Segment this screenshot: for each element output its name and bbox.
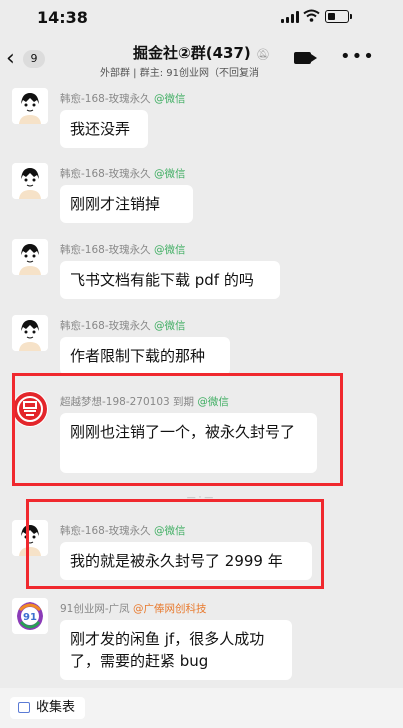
collect-form-label: 收集表 xyxy=(36,700,76,715)
battery-icon xyxy=(325,10,352,23)
avatar[interactable] xyxy=(12,315,48,351)
cellular-signal-icon xyxy=(281,11,299,23)
chat-subtitle: 外部群 | 群主: 91创业网（不回复消 xyxy=(100,68,259,79)
status-time: 14:38 xyxy=(37,8,88,27)
status-bar: 14:38 xyxy=(0,0,403,38)
avatar-logo-text: 91 xyxy=(23,612,37,623)
chat-header: ‹ 9 掘金社②群(437) 🔕︎ 外部群 | 群主: 91创业网（不回复消 •… xyxy=(0,38,403,84)
chat-title-text: 掘金社②群(437) xyxy=(133,44,251,62)
message-sender: 韩愈-168-玫瑰永久 @微信 xyxy=(60,244,186,256)
collect-form-button[interactable]: 收集表 xyxy=(10,697,86,719)
message-bubble[interactable]: 刚刚才注销掉 xyxy=(60,185,193,223)
avatar[interactable] xyxy=(12,239,48,275)
message-sender: 91创业网-广凤 @广俸网创科技 xyxy=(60,603,207,615)
highlight-box xyxy=(12,373,343,486)
highlight-box xyxy=(26,499,324,589)
mute-icon: 🔕︎ xyxy=(256,48,270,61)
message-sender: 韩愈-168-玫瑰永久 @微信 xyxy=(60,168,186,180)
message-bubble[interactable]: 刚才发的闲鱼 jf，很多人成功了，需要的赶紧 bug xyxy=(60,620,292,680)
message-bubble[interactable]: 作者限制下载的那种 xyxy=(60,337,230,375)
bottom-toolbar: 收集表 xyxy=(0,688,403,728)
message-sender: 韩愈-168-玫瑰永久 @微信 xyxy=(60,93,186,105)
chat-screen: 14:38 ‹ 9 掘金社②群(437) 🔕︎ 外部群 | 群主: 91创业网（… xyxy=(0,0,403,728)
form-icon xyxy=(18,702,30,713)
wifi-icon xyxy=(303,9,320,22)
avatar[interactable] xyxy=(12,163,48,199)
more-icon[interactable]: ••• xyxy=(340,46,375,67)
message-bubble[interactable]: 飞书文档有能下载 pdf 的吗 xyxy=(60,261,280,299)
message-bubble[interactable]: 我还没弄 xyxy=(60,110,148,148)
video-call-icon[interactable] xyxy=(294,52,317,64)
avatar[interactable]: 91 xyxy=(12,598,48,634)
message-sender: 韩愈-168-玫瑰永久 @微信 xyxy=(60,320,186,332)
avatar[interactable] xyxy=(12,88,48,124)
